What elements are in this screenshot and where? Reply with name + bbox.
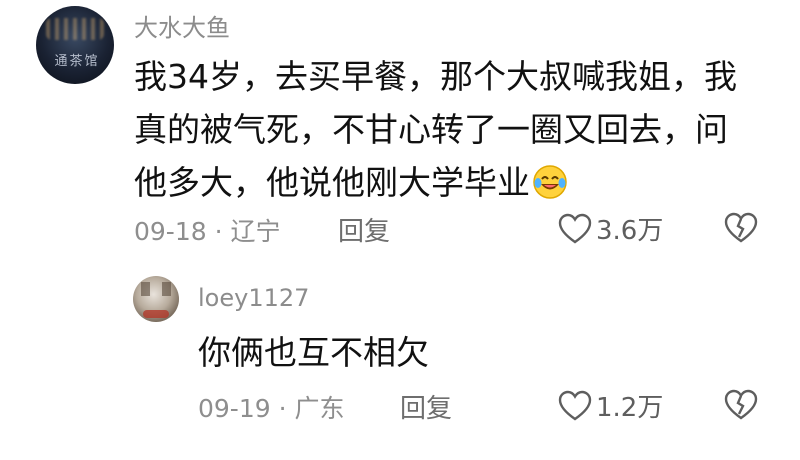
date-location: 09-19 · 广东 (198, 394, 345, 423)
dislike-button[interactable] (724, 212, 758, 248)
username[interactable]: 大水大鱼 (134, 8, 230, 43)
like-button[interactable]: 3.6万 (558, 210, 663, 247)
date-location: 09-18 · 辽宁 (134, 217, 281, 246)
username[interactable]: loey1127 (198, 284, 309, 312)
heart-icon (558, 213, 592, 243)
like-count: 1.2万 (596, 393, 664, 423)
comment-line-last: 他多大，他说他刚大学毕业 (134, 156, 737, 215)
reply-button[interactable]: 回复 (338, 211, 390, 248)
comment-line-text: 他多大，他说他刚大学毕业 (134, 163, 530, 202)
avatar-cat-ears (141, 282, 171, 296)
avatar-lights (46, 18, 104, 40)
avatar-collar (143, 310, 169, 318)
broken-heart-icon (724, 389, 758, 420)
like-button[interactable]: 1.2万 (558, 387, 663, 424)
avatar[interactable] (133, 276, 179, 322)
like-count: 3.6万 (596, 216, 664, 246)
laughing-tears-emoji-icon (532, 162, 568, 215)
comment-line: 真的被气死，不甘心转了一圈又回去，问 (134, 110, 728, 149)
reply-button[interactable]: 回复 (400, 388, 452, 425)
comment-text: 我34岁，去买早餐，那个大叔喊我姐，我 真的被气死，不甘心转了一圈又回去，问 他… (134, 50, 737, 215)
comment-line: 我34岁，去买早餐，那个大叔喊我姐，我 (134, 57, 737, 96)
comment-text: 你俩也互不相欠 (198, 333, 429, 372)
avatar-text: 通茶馆 (54, 54, 100, 69)
dislike-button[interactable] (724, 389, 758, 425)
avatar[interactable]: 通茶馆 (36, 6, 114, 84)
broken-heart-icon (724, 212, 758, 243)
heart-icon (558, 390, 592, 420)
